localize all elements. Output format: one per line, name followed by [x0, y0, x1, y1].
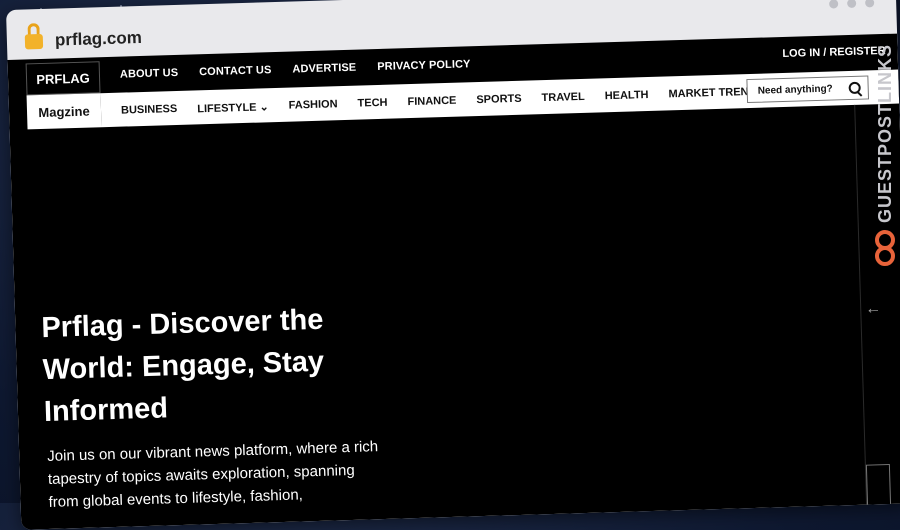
- category-bar: BUSINESS LIFESTYLE ⌄ FASHION TECH FINANCE…: [100, 69, 900, 128]
- category-lifestyle-label: LIFESTYLE: [197, 101, 257, 116]
- chain-link-logo-icon: [875, 230, 895, 266]
- hero-title: Prflag - Discover the World: Engage, Sta…: [40, 303, 325, 429]
- guestpostlinks-watermark: GUESTPOSTLINKS: [872, 44, 898, 266]
- web-page: PRFLAG Magzine ABOUT US CONTACT US ADVER…: [7, 33, 900, 530]
- category-lifestyle[interactable]: LIFESTYLE ⌄: [197, 100, 269, 115]
- nav-link-about-us[interactable]: ABOUT US: [120, 67, 179, 81]
- category-tech[interactable]: TECH: [357, 97, 387, 111]
- category-fashion[interactable]: FASHION: [289, 98, 338, 112]
- browser-window: prflag.com PRFLAG Magzine ABOUT US CONTA…: [6, 0, 900, 530]
- lock-icon: [24, 23, 44, 50]
- search-icon[interactable]: [848, 81, 861, 95]
- login-register-link[interactable]: LOG IN / REGISTER: [782, 45, 886, 60]
- nav-link-advertise[interactable]: ADVERTISE: [292, 62, 356, 76]
- category-sports[interactable]: SPORTS: [476, 93, 522, 107]
- window-dot-icon[interactable]: [829, 0, 839, 9]
- window-controls: [829, 0, 875, 9]
- site-logo[interactable]: PRFLAG: [25, 61, 101, 96]
- category-business[interactable]: BUSINESS: [121, 103, 178, 118]
- side-panel-scroll-box[interactable]: [865, 463, 892, 530]
- window-dot-icon[interactable]: [847, 0, 857, 9]
- category-health[interactable]: HEALTH: [605, 89, 649, 103]
- chevron-down-icon: ⌄: [259, 101, 269, 114]
- search-placeholder: Need anything?: [757, 83, 833, 97]
- nav-link-contact-us[interactable]: CONTACT US: [199, 64, 272, 78]
- category-travel[interactable]: TRAVEL: [541, 91, 585, 105]
- window-dot-icon[interactable]: [865, 0, 875, 8]
- watermark-text: GUESTPOSTLINKS: [875, 44, 895, 224]
- top-navigation: ABOUT US CONTACT US ADVERTISE PRIVACY PO…: [120, 58, 471, 80]
- arrow-left-icon[interactable]: ←: [865, 300, 882, 318]
- category-finance[interactable]: FINANCE: [407, 95, 456, 109]
- category-navigation: BUSINESS LIFESTYLE ⌄ FASHION TECH FINANCE…: [121, 86, 764, 118]
- search-input[interactable]: Need anything?: [746, 75, 870, 104]
- address-bar-url[interactable]: prflag.com: [55, 28, 142, 51]
- hero-description: Join us on our vibrant news platform, wh…: [47, 438, 379, 511]
- nav-link-privacy-policy[interactable]: PRIVACY POLICY: [377, 58, 471, 73]
- site-logo-subtitle[interactable]: Magzine: [26, 93, 102, 130]
